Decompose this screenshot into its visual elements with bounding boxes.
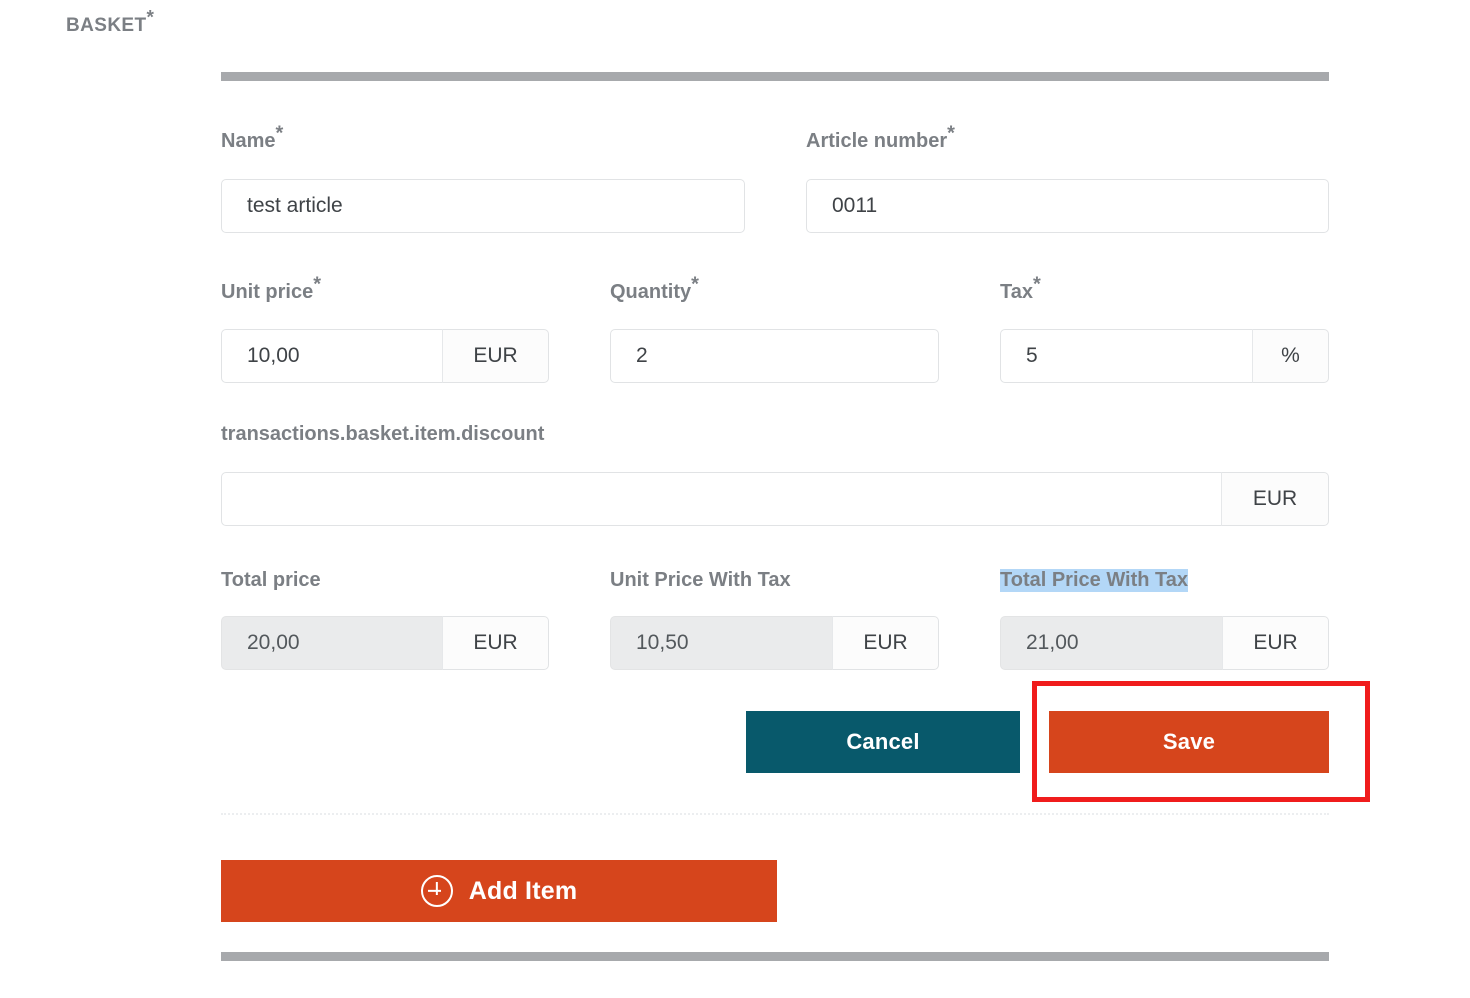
tax-percent-suffix: % xyxy=(1252,329,1329,383)
panel-bottom-divider xyxy=(221,952,1329,961)
unit-price-with-tax-label: Unit Price With Tax xyxy=(610,569,791,592)
total-price-value: 20,00 xyxy=(221,616,442,670)
article-number-label-text: Article number xyxy=(806,130,948,152)
tax-label: Tax* xyxy=(1000,274,1041,304)
discount-input-group[interactable]: EUR xyxy=(221,472,1329,526)
tax-required-marker: * xyxy=(1032,273,1041,296)
add-item-button[interactable]: Add Item xyxy=(221,860,777,922)
unit-price-input[interactable]: 10,00 xyxy=(221,329,442,383)
name-required-marker: * xyxy=(275,122,284,145)
unit-price-input-group[interactable]: 10,00 EUR xyxy=(221,329,549,383)
total-price-with-tax-value: 21,00 xyxy=(1000,616,1222,670)
items-separator xyxy=(221,813,1329,815)
unit-price-with-tax-label-text: Unit Price With Tax xyxy=(610,569,791,591)
name-label: Name* xyxy=(221,123,283,153)
quantity-label: Quantity* xyxy=(610,274,699,304)
plus-circle-icon xyxy=(420,875,453,907)
unit-price-with-tax-value: 10,50 xyxy=(610,616,832,670)
discount-label: transactions.basket.item.discount xyxy=(221,423,544,446)
total-price-with-tax-input-group: 21,00 EUR xyxy=(1000,616,1329,670)
unit-price-label: Unit price* xyxy=(221,274,321,304)
article-number-input-group[interactable]: 0011 xyxy=(806,179,1329,233)
cancel-button[interactable]: Cancel xyxy=(746,711,1020,773)
unit-price-currency-suffix: EUR xyxy=(442,329,549,383)
article-number-input[interactable]: 0011 xyxy=(806,179,1329,233)
total-price-currency-suffix: EUR xyxy=(442,616,549,670)
tax-input[interactable]: 5 xyxy=(1000,329,1252,383)
page-title: BASKET* xyxy=(66,9,154,37)
quantity-input-group[interactable]: 2 xyxy=(610,329,939,383)
unit-price-with-tax-input-group: 10,50 EUR xyxy=(610,616,939,670)
total-price-with-tax-currency-suffix: EUR xyxy=(1222,616,1329,670)
save-button[interactable]: Save xyxy=(1049,711,1329,773)
total-price-label: Total price xyxy=(221,569,321,592)
total-price-label-text: Total price xyxy=(221,569,321,591)
total-price-with-tax-label: Total Price With Tax xyxy=(1000,569,1188,592)
unit-price-required-marker: * xyxy=(313,273,322,296)
total-price-input-group: 20,00 EUR xyxy=(221,616,549,670)
tax-label-text: Tax xyxy=(1000,281,1033,303)
quantity-label-text: Quantity xyxy=(610,281,692,303)
discount-label-text: transactions.basket.item.discount xyxy=(221,423,545,445)
name-label-text: Name xyxy=(221,130,276,152)
discount-input[interactable] xyxy=(221,472,1221,526)
unit-price-with-tax-currency-suffix: EUR xyxy=(832,616,939,670)
panel-top-divider xyxy=(221,72,1329,81)
article-number-required-marker: * xyxy=(947,122,955,145)
add-item-label: Add Item xyxy=(468,876,578,905)
page-title-required-marker: * xyxy=(146,7,155,29)
page-title-text: BASKET xyxy=(66,15,147,36)
article-number-label: Article number* xyxy=(806,123,955,153)
quantity-input[interactable]: 2 xyxy=(610,329,939,383)
tax-input-group[interactable]: 5 % xyxy=(1000,329,1329,383)
total-price-with-tax-label-text: Total Price With Tax xyxy=(1000,569,1188,591)
name-input-group[interactable]: test article xyxy=(221,179,745,233)
discount-currency-suffix: EUR xyxy=(1221,472,1329,526)
name-input[interactable]: test article xyxy=(221,179,745,233)
quantity-required-marker: * xyxy=(691,273,699,296)
unit-price-label-text: Unit price xyxy=(221,281,314,303)
